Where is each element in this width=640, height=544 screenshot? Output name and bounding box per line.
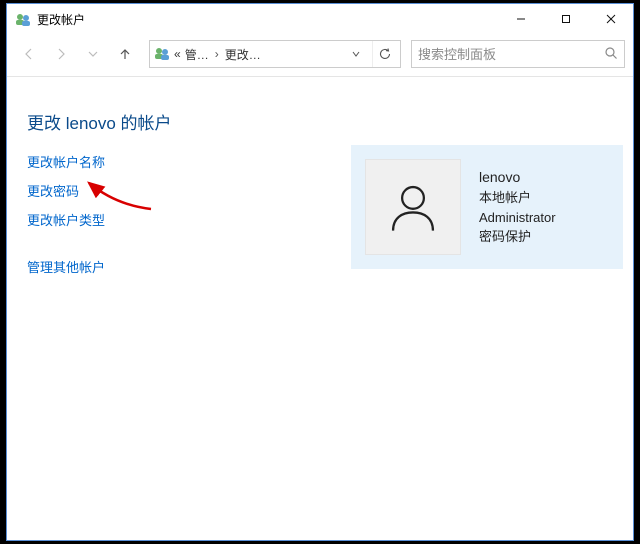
minimize-button[interactable]: [498, 4, 543, 33]
maximize-button[interactable]: [543, 4, 588, 33]
link-change-password[interactable]: 更改密码: [27, 181, 79, 200]
user-accounts-icon: [15, 11, 31, 27]
link-change-account-type[interactable]: 更改帐户类型: [27, 210, 105, 229]
chevron-right-icon[interactable]: ›: [213, 47, 221, 61]
forward-button[interactable]: [47, 40, 75, 68]
content-area: 更改 lenovo 的帐户 更改帐户名称 更改密码 更改帐户类型 管理其他帐户 …: [7, 77, 633, 540]
breadcrumb-item[interactable]: 更改…: [225, 46, 261, 63]
recent-dropdown[interactable]: [79, 40, 107, 68]
user-account-type: 本地帐户: [479, 188, 556, 208]
breadcrumb-item[interactable]: 管…: [185, 46, 209, 63]
user-role: Administrator: [479, 208, 556, 228]
close-button[interactable]: [588, 4, 633, 33]
watermark: ⟳ 中关村在线: [507, 509, 632, 538]
user-password-status: 密码保护: [479, 227, 556, 247]
left-column: 更改 lenovo 的帐户 更改帐户名称 更改密码 更改帐户类型 管理其他帐户: [27, 109, 327, 530]
navigation-bar: « 管… › 更改…: [7, 34, 633, 74]
window-title: 更改帐户: [37, 11, 498, 28]
avatar: [365, 159, 461, 255]
control-panel-window: 更改帐户 «: [6, 3, 634, 541]
user-info: lenovo 本地帐户 Administrator 密码保护: [479, 167, 556, 247]
right-column: lenovo 本地帐户 Administrator 密码保护: [327, 109, 623, 530]
user-card[interactable]: lenovo 本地帐户 Administrator 密码保护: [351, 145, 623, 269]
action-links: 更改帐户名称 更改密码 更改帐户类型 管理其他帐户: [27, 152, 327, 276]
user-accounts-icon: [154, 45, 170, 64]
watermark-text: 中关村在线: [527, 509, 632, 538]
refresh-button[interactable]: [372, 41, 396, 67]
link-manage-other-accounts[interactable]: 管理其他帐户: [27, 257, 105, 276]
window-controls: [498, 4, 633, 34]
link-change-account-name[interactable]: 更改帐户名称: [27, 152, 105, 171]
titlebar: 更改帐户: [7, 4, 633, 34]
address-bar[interactable]: « 管… › 更改…: [149, 40, 401, 68]
search-box[interactable]: [411, 40, 625, 68]
search-input[interactable]: [418, 47, 604, 62]
user-name: lenovo: [479, 167, 556, 188]
page-title: 更改 lenovo 的帐户: [27, 109, 327, 134]
back-button[interactable]: [15, 40, 43, 68]
search-icon[interactable]: [604, 46, 618, 63]
up-button[interactable]: [111, 40, 139, 68]
watermark-logo-icon: ⟳: [507, 513, 523, 534]
breadcrumb-prefix: «: [174, 47, 181, 61]
address-dropdown[interactable]: [344, 41, 368, 67]
